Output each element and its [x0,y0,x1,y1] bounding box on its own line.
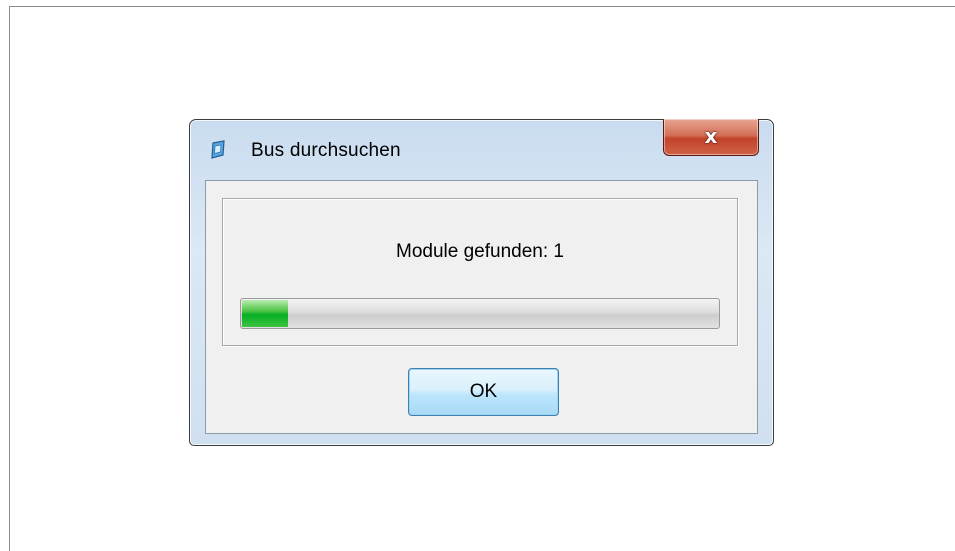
progress-fill [242,300,288,327]
close-icon: x [704,124,718,148]
app-window-icon [211,140,225,159]
scan-bus-dialog: Bus durchsuchen x Module gefunden: 1 OK [189,119,774,446]
dialog-title: Bus durchsuchen [251,140,401,161]
ok-button[interactable]: OK [408,368,559,416]
dialog-body: Module gefunden: 1 OK [205,180,758,434]
ok-button-label: OK [469,381,498,402]
title-bar[interactable]: Bus durchsuchen x [190,119,773,178]
scan-progress-bar [240,298,720,329]
modules-found-label: Module gefunden: 1 [396,241,564,262]
scan-status-group: Module gefunden: 1 [222,198,738,346]
close-button[interactable]: x [663,119,759,156]
